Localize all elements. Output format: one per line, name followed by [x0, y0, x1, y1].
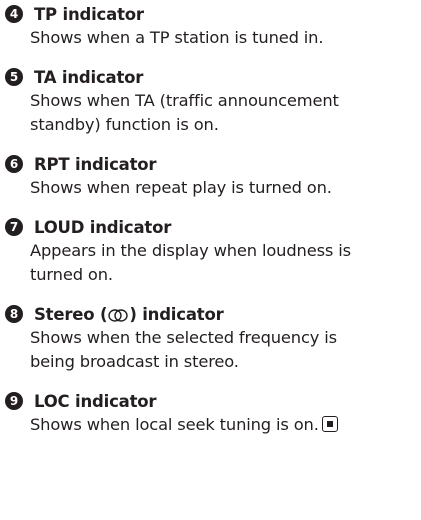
entry-rpt: 6 RPT indicator Shows when repeat play i… [5, 152, 417, 200]
number-badge: 9 [5, 392, 23, 410]
entry-title: RPT indicator [34, 154, 157, 174]
description-line: turned on. [30, 265, 113, 284]
entry-ta: 5 TA indicator Shows when TA (traffic an… [5, 65, 417, 137]
number-badge: 8 [5, 305, 23, 323]
entry-title: Stereo ( ) indicator [34, 305, 224, 324]
description-line: standby) function is on. [30, 115, 219, 134]
indicator-list: 4 TP indicator Shows when a TP station i… [5, 2, 417, 452]
entry-loud: 7 LOUD indicator Appears in the display … [5, 215, 417, 287]
description-line: Shows when the selected frequency is [30, 328, 337, 347]
description-text: Shows when local seek tuning is on. [30, 415, 319, 434]
number-badge: 4 [5, 5, 23, 23]
entry-heading: 6 RPT indicator [5, 152, 417, 176]
title-suffix: ) indicator [129, 304, 224, 324]
entry-heading: 5 TA indicator [5, 65, 417, 89]
entry-title: TA indicator [34, 67, 144, 87]
entry-description: Shows when local seek tuning is on. [30, 413, 417, 437]
description-line: Appears in the display when loudness is [30, 241, 351, 260]
entry-tp: 4 TP indicator Shows when a TP station i… [5, 2, 417, 50]
end-of-section-icon [321, 416, 338, 432]
entry-description: Shows when a TP station is tuned in. [30, 28, 324, 47]
entry-heading: 9 LOC indicator [5, 389, 417, 413]
description-line: being broadcast in stereo. [30, 352, 239, 371]
entry-stereo: 8 Stereo ( ) indicator Shows when the sel… [5, 302, 417, 374]
entry-heading: 7 LOUD indicator [5, 215, 417, 239]
entry-description: Appears in the display when loudness is … [30, 239, 417, 287]
entry-title: LOUD indicator [34, 217, 172, 237]
entry-heading: 4 TP indicator [5, 2, 417, 26]
title-prefix: Stereo ( [34, 304, 108, 324]
stereo-icon [108, 308, 129, 322]
number-badge: 6 [5, 155, 23, 173]
entry-description: Shows when TA (traffic announcement stan… [30, 89, 417, 137]
number-badge: 7 [5, 218, 23, 236]
entry-title: TP indicator [34, 4, 144, 24]
entry-heading: 8 Stereo ( ) indicator [5, 302, 417, 326]
entry-description: Shows when repeat play is turned on. [30, 178, 332, 197]
entry-description: Shows when the selected frequency is bei… [30, 326, 417, 374]
description-line: Shows when TA (traffic announcement [30, 91, 339, 110]
entry-loc: 9 LOC indicator Shows when local seek tu… [5, 389, 417, 437]
number-badge: 5 [5, 68, 23, 86]
entry-title: LOC indicator [34, 391, 157, 411]
